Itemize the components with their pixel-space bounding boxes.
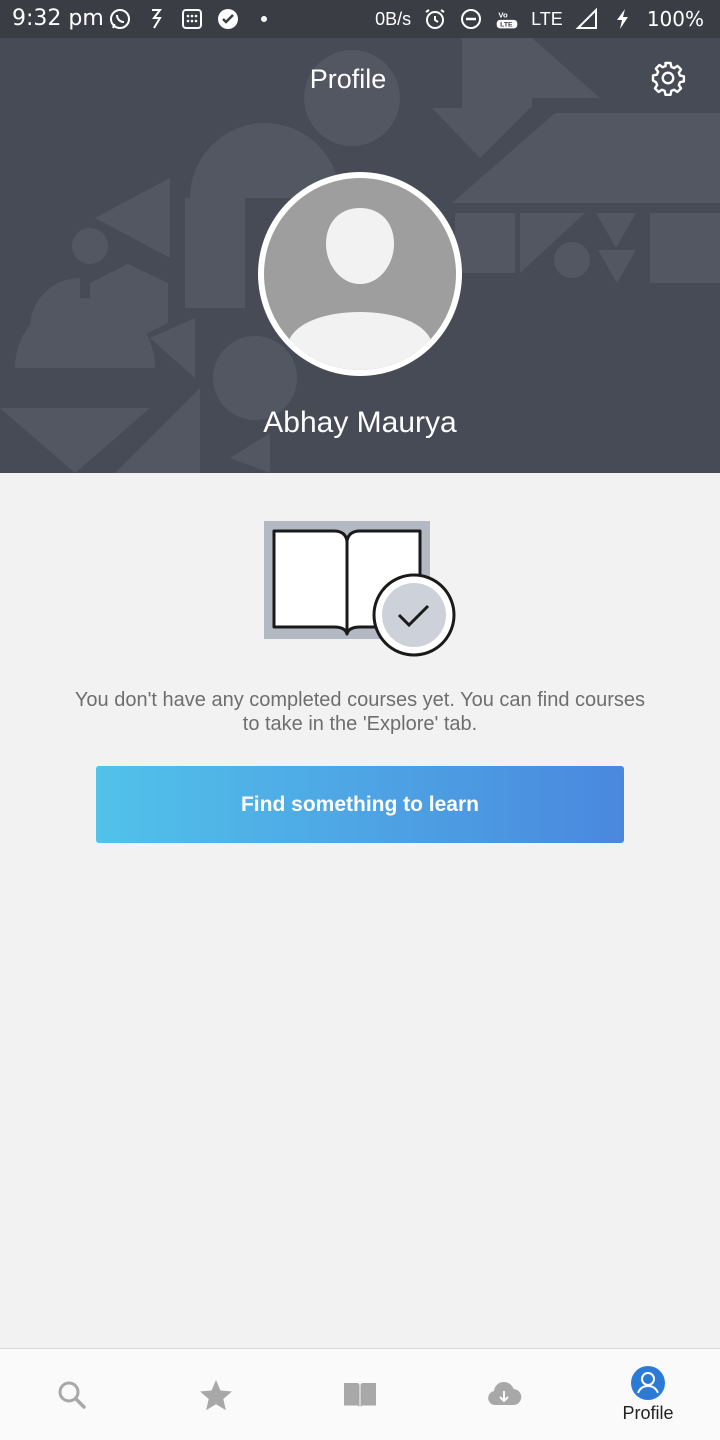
download-icon	[488, 1381, 522, 1405]
nav-item-search[interactable]	[0, 1349, 144, 1440]
settings-gear-icon[interactable]	[650, 60, 686, 96]
nav-item-featured[interactable]	[144, 1349, 288, 1440]
alarm-icon	[425, 9, 445, 29]
network-type: LTE	[531, 8, 563, 29]
calculator-icon	[182, 9, 202, 29]
volte-icon: Vo LTE	[496, 10, 518, 29]
avatar-image	[264, 178, 456, 370]
battery-level: 100%	[646, 7, 704, 31]
svg-text:LTE: LTE	[500, 22, 513, 29]
avatar[interactable]	[258, 172, 462, 376]
status-bar: 9:32 pm 0B/s Vo LTE LTE 100%	[0, 0, 720, 38]
dnd-icon	[461, 9, 482, 29]
page-title: Profile	[309, 64, 387, 94]
profile-icon	[631, 1366, 665, 1400]
status-time: 9:32 pm	[12, 6, 104, 31]
book-icon	[344, 1382, 376, 1407]
notification-icons	[108, 6, 276, 32]
svg-text:Vo: Vo	[499, 10, 509, 19]
default-avatar-icon	[290, 208, 430, 370]
profile-header: Profile Abhay Maurya	[0, 38, 720, 473]
system-icons: 0B/s Vo LTE LTE 100%	[375, 6, 704, 32]
dot-icon	[261, 16, 267, 22]
nav-item-downloads[interactable]	[432, 1349, 576, 1440]
empty-state-message: You don't have any completed courses yet…	[74, 689, 646, 735]
completed-courses-book-icon	[264, 521, 456, 657]
app-notification-icon	[152, 9, 162, 29]
star-icon	[200, 1379, 232, 1410]
charging-icon	[616, 9, 628, 29]
nav-label-profile: Profile	[622, 1403, 674, 1423]
find-something-to-learn-button[interactable]: Find something to learn	[96, 766, 624, 843]
bottom-navigation: Profile	[0, 1348, 720, 1440]
search-icon	[58, 1381, 86, 1409]
check-circle-icon	[218, 9, 238, 29]
whatsapp-icon	[110, 9, 130, 29]
net-speed: 0B/s	[375, 8, 412, 29]
nav-item-my-courses[interactable]	[288, 1349, 432, 1440]
signal-icon	[575, 7, 597, 29]
nav-item-profile[interactable]: Profile	[576, 1349, 720, 1440]
profile-username: Abhay Maurya	[263, 406, 457, 439]
